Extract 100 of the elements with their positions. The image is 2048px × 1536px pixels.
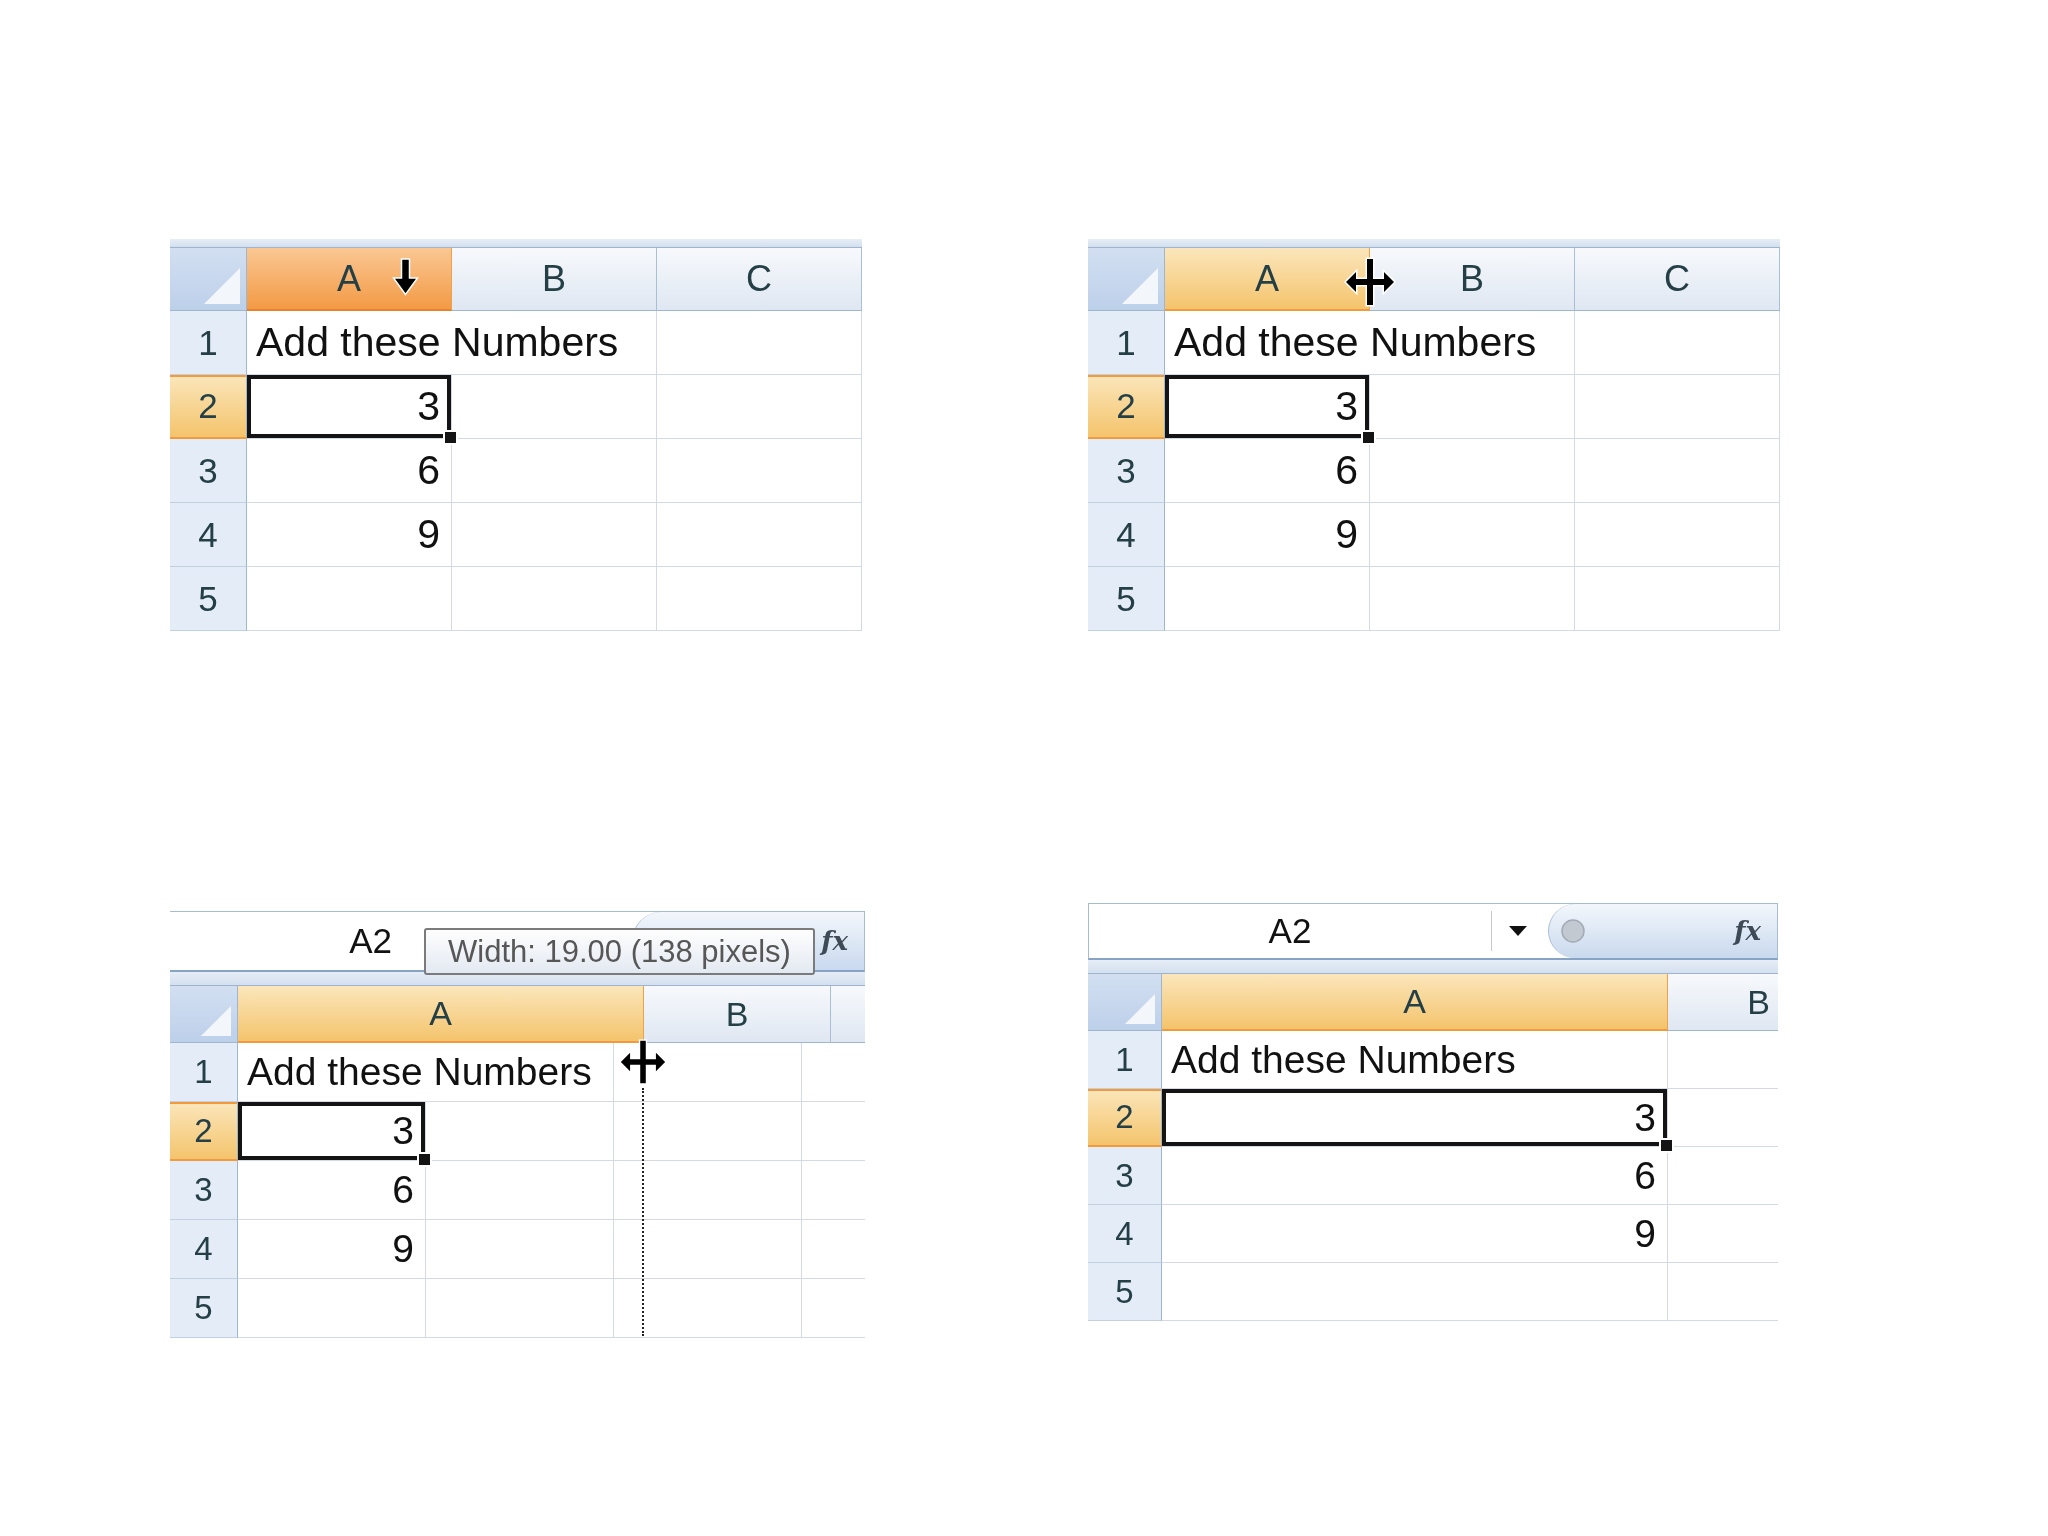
cell-text: 6 <box>417 447 440 494</box>
sheet-cell[interactable]: 9 <box>247 503 452 567</box>
column-header[interactable]: A <box>247 248 452 311</box>
sheet-cell[interactable]: 6 <box>1162 1147 1668 1205</box>
row-header[interactable]: 3 <box>170 1161 238 1220</box>
column-header[interactable]: B <box>1370 248 1575 311</box>
cell-text: 3 <box>1634 1095 1656 1140</box>
insert-function-button[interactable]: fx <box>819 926 850 956</box>
column-header[interactable]: C <box>1575 248 1780 311</box>
sheet-cell[interactable]: Add these Numbers <box>1165 311 1575 375</box>
sheet-cell[interactable]: 9 <box>238 1220 426 1279</box>
row-header[interactable]: 2 <box>170 1102 238 1161</box>
column-header[interactable]: B <box>452 248 657 311</box>
row-header[interactable]: 3 <box>170 439 247 503</box>
row-header[interactable]: 5 <box>170 1279 238 1338</box>
down-arrow-icon <box>392 258 419 296</box>
row-header[interactable]: 2 <box>1088 1089 1162 1147</box>
triangle-icon <box>1125 994 1155 1024</box>
sheet-cell[interactable]: 9 <box>1162 1205 1668 1263</box>
sheet-cell[interactable]: Add these Numbers <box>238 1043 614 1102</box>
sheet-cell[interactable] <box>614 1279 802 1338</box>
resize-cursor-icon <box>619 1037 667 1087</box>
column-header[interactable]: B <box>644 986 831 1043</box>
sheet-cell[interactable]: 6 <box>238 1161 426 1220</box>
row-header[interactable]: 5 <box>1088 1263 1162 1321</box>
column-header[interactable]: A <box>1162 974 1668 1031</box>
cell-text: Add these Numbers <box>1171 1037 1516 1082</box>
sheet-cell[interactable]: 6 <box>247 439 452 503</box>
sheet-cell[interactable] <box>1370 439 1575 503</box>
sheet-cell[interactable] <box>657 311 862 375</box>
sheet-cell[interactable] <box>452 503 657 567</box>
sheet-cell[interactable] <box>1575 375 1780 439</box>
caret-icon <box>1508 926 1527 936</box>
fill-handle[interactable] <box>1361 430 1376 445</box>
select-all-button[interactable] <box>1088 248 1165 311</box>
sheet-cell[interactable] <box>1575 439 1780 503</box>
sheet-cell[interactable] <box>657 567 862 631</box>
triangle-icon <box>1122 268 1158 304</box>
row-header[interactable]: 1 <box>170 1043 238 1102</box>
column-header[interactable]: A <box>1165 248 1370 311</box>
insert-function-button[interactable]: fx <box>1732 916 1763 946</box>
cell-text: 9 <box>417 511 440 558</box>
sheet-cell[interactable]: Add these Numbers <box>1162 1031 1668 1089</box>
sheet-cell[interactable] <box>614 1161 802 1220</box>
row-header[interactable]: 4 <box>170 1220 238 1279</box>
fill-handle[interactable] <box>1659 1138 1674 1153</box>
sheet-cell[interactable] <box>1575 503 1780 567</box>
sheet-cell[interactable]: 6 <box>1165 439 1370 503</box>
sheet-cell[interactable] <box>426 1220 614 1279</box>
name-box[interactable]: A2 <box>170 912 420 970</box>
sheet-cell[interactable] <box>1165 567 1370 631</box>
column-header[interactable] <box>831 986 865 1043</box>
row-header[interactable]: 4 <box>1088 1205 1162 1263</box>
select-all-button[interactable] <box>1088 974 1162 1031</box>
sheet-cell[interactable] <box>452 439 657 503</box>
row-header[interactable]: 1 <box>1088 1031 1162 1089</box>
row-header[interactable]: 3 <box>1088 439 1165 503</box>
cell-text: 6 <box>1335 447 1358 494</box>
column-header[interactable]: B <box>1668 974 1778 1031</box>
row-header[interactable]: 1 <box>1088 311 1165 375</box>
column-header[interactable]: A <box>238 986 644 1043</box>
select-all-button[interactable] <box>170 986 238 1043</box>
sheet-cell[interactable] <box>1575 567 1780 631</box>
row-header[interactable]: 1 <box>170 311 247 375</box>
sheet-cell[interactable] <box>1370 503 1575 567</box>
sheet-cell[interactable] <box>657 439 862 503</box>
sheet-cell[interactable] <box>247 567 452 631</box>
select-all-button[interactable] <box>170 248 247 311</box>
fill-handle[interactable] <box>443 430 458 445</box>
sheet-cell[interactable] <box>452 567 657 631</box>
resize-cursor-icon <box>1344 257 1396 307</box>
row-header[interactable]: 5 <box>1088 567 1165 631</box>
column-header[interactable]: C <box>657 248 862 311</box>
row-header[interactable]: 2 <box>1088 375 1165 439</box>
sheet-cell[interactable] <box>426 1279 614 1338</box>
sheet-cell[interactable] <box>657 503 862 567</box>
name-box[interactable]: A2 <box>1089 904 1491 958</box>
row-header[interactable]: 5 <box>170 567 247 631</box>
sheet-cell[interactable] <box>238 1279 426 1338</box>
sheet-cell[interactable]: Add these Numbers <box>247 311 657 375</box>
row-header[interactable]: 4 <box>1088 503 1165 567</box>
sheet-cell[interactable] <box>1575 311 1780 375</box>
cell-text: 9 <box>1335 511 1358 558</box>
sheet-cell[interactable] <box>1162 1263 1668 1321</box>
circle-icon[interactable] <box>1561 919 1585 943</box>
row-header[interactable]: 2 <box>170 375 247 439</box>
row-header[interactable]: 4 <box>170 503 247 567</box>
sheet-cell[interactable] <box>614 1220 802 1279</box>
row-header[interactable]: 3 <box>1088 1147 1162 1205</box>
sheet-cell[interactable]: 9 <box>1165 503 1370 567</box>
width-tooltip: Width: 19.00 (138 pixels) <box>424 928 815 975</box>
sheet-cell[interactable] <box>1370 567 1575 631</box>
fill-handle[interactable] <box>417 1152 432 1167</box>
sheet-cell[interactable] <box>657 375 862 439</box>
cell-text: Add these Numbers <box>247 1050 592 1094</box>
triangle-icon <box>201 1006 231 1036</box>
sheet-cell[interactable] <box>614 1102 802 1161</box>
sheet-cell[interactable] <box>426 1161 614 1220</box>
cell-text: Add these Numbers <box>1174 319 1537 366</box>
cell-text: 9 <box>392 1227 414 1271</box>
